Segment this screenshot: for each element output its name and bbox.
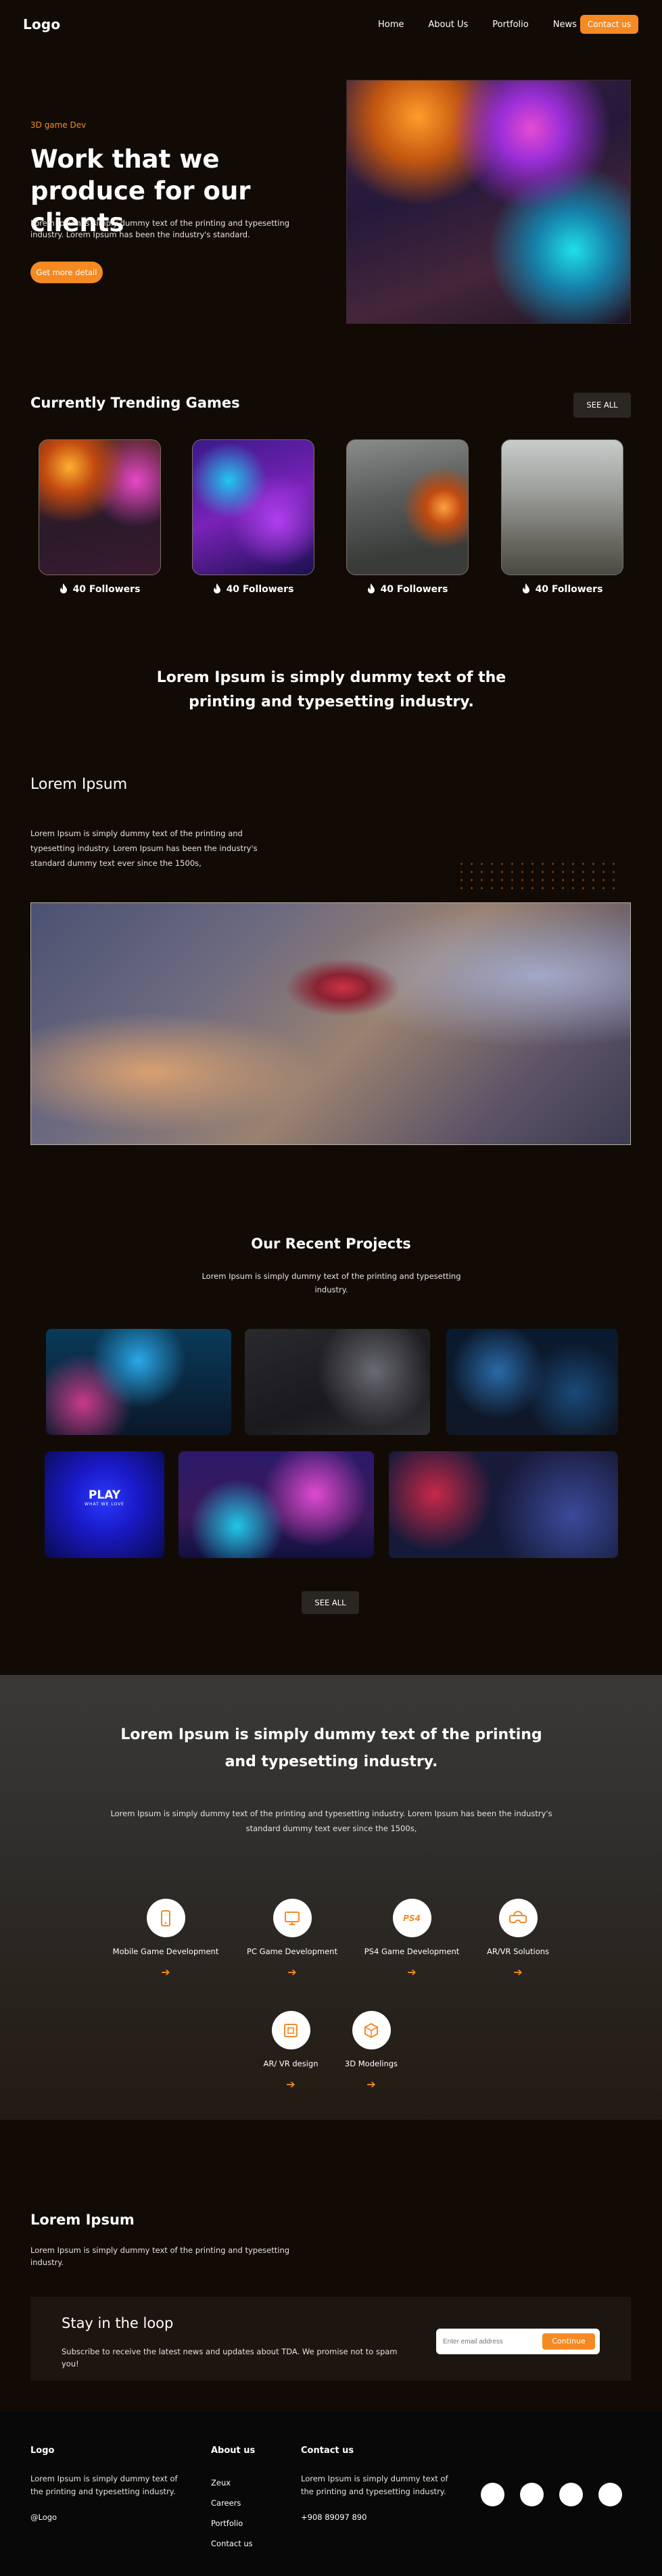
- mobile-icon: [146, 1899, 185, 1937]
- nav-links: Home About Us Portfolio News: [378, 20, 601, 30]
- nav-link-about[interactable]: About Us: [428, 20, 468, 30]
- hero-image: [346, 80, 631, 324]
- footer-logo[interactable]: Logo: [30, 2446, 54, 2456]
- service-label: PC Game Development: [247, 1947, 337, 1956]
- nav-link-portfolio[interactable]: Portfolio: [492, 20, 528, 30]
- email-input[interactable]: [443, 2334, 538, 2349]
- play-subtitle: WHAT WE LOVE: [85, 1502, 124, 1507]
- flame-icon: [367, 583, 375, 593]
- footer-handle[interactable]: @Logo: [30, 2512, 57, 2522]
- projects-see-all-button[interactable]: SEE ALL: [302, 1591, 359, 1614]
- project-image[interactable]: [179, 1451, 374, 1558]
- trending-see-all-button[interactable]: SEE ALL: [573, 393, 631, 418]
- hero-eyebrow: 3D game Dev: [30, 120, 87, 130]
- hero-description: Lorem Ipsum is simply dummy text of the …: [30, 218, 290, 239]
- footer-link-zeux[interactable]: Zeux: [211, 2473, 253, 2493]
- services-description: Lorem Ipsum is simply dummy text of the …: [110, 1809, 552, 1833]
- projects-description: Lorem Ipsum is simply dummy text of the …: [202, 1271, 461, 1294]
- footer-contact-description: Lorem Ipsum is simply dummy text of the …: [301, 2474, 448, 2496]
- arrow-right-icon[interactable]: ➔: [314, 2078, 429, 2091]
- service-item[interactable]: 3D Modelings ➔: [314, 2011, 429, 2091]
- project-image-play[interactable]: PLAY WHAT WE LOVE: [45, 1451, 164, 1558]
- flame-icon: [213, 583, 220, 593]
- arrow-right-icon[interactable]: ➔: [235, 1966, 350, 1978]
- service-label: 3D Modelings: [344, 2059, 398, 2068]
- arrow-right-icon[interactable]: ➔: [108, 1966, 223, 1978]
- trending-title: Currently Trending Games: [30, 395, 240, 411]
- services-title: Lorem Ipsum is simply dummy text of the …: [120, 1726, 542, 1770]
- game-card[interactable]: 40 Followers: [346, 439, 469, 595]
- get-more-detail-button[interactable]: Get more detail: [30, 262, 103, 283]
- vr-headset-icon: [498, 1899, 538, 1937]
- footer-description: Lorem Ipsum is simply dummy text of the …: [30, 2474, 178, 2496]
- service-label: Mobile Game Development: [112, 1947, 219, 1956]
- footer-about-title: About us: [211, 2446, 256, 2456]
- social-icon[interactable]: [598, 2483, 622, 2506]
- service-label: AR/VR Solutions: [486, 1947, 550, 1956]
- pc-icon: [273, 1899, 312, 1937]
- project-image[interactable]: [389, 1451, 618, 1558]
- game-card-followers: 40 Followers: [39, 583, 161, 595]
- service-item[interactable]: PC Game Development ➔: [235, 1899, 350, 1978]
- newsletter-title: Stay in the loop: [62, 2315, 174, 2331]
- social-icon[interactable]: [520, 2483, 544, 2506]
- project-image[interactable]: [446, 1329, 618, 1435]
- footer-link-contact[interactable]: Contact us: [211, 2533, 253, 2554]
- play-title: PLAY: [88, 1488, 121, 1502]
- footer-contact-title: Contact us: [301, 2446, 354, 2456]
- flame-icon: [522, 583, 529, 593]
- lorem-section-title: Lorem Ipsum: [30, 776, 128, 793]
- service-item[interactable]: PS4 PS4 Game Development ➔: [354, 1899, 469, 1978]
- top-nav: Logo Home About Us Portfolio News Contac…: [0, 0, 662, 53]
- footer-link-portfolio[interactable]: Portfolio: [211, 2513, 253, 2533]
- ps4-icon: PS4: [392, 1899, 431, 1937]
- game-card[interactable]: 40 Followers: [501, 439, 623, 595]
- arrow-right-icon[interactable]: ➔: [354, 1966, 469, 1978]
- arrow-right-icon[interactable]: ➔: [460, 1966, 575, 1978]
- footer-link-careers[interactable]: Careers: [211, 2493, 253, 2513]
- social-links: [481, 2483, 622, 2506]
- 3d-model-icon: [352, 2011, 391, 2049]
- service-label: PS4 Game Development: [364, 1947, 460, 1956]
- nav-link-home[interactable]: Home: [378, 20, 404, 30]
- feature-image: [30, 902, 631, 1145]
- project-image[interactable]: [46, 1329, 231, 1435]
- continue-button[interactable]: Continue: [542, 2333, 595, 2350]
- service-item[interactable]: Mobile Game Development ➔: [108, 1899, 223, 1978]
- game-card-followers: 40 Followers: [346, 583, 469, 595]
- game-card-image: [39, 439, 161, 575]
- game-card[interactable]: 40 Followers: [192, 439, 314, 595]
- social-icon[interactable]: [559, 2483, 583, 2506]
- projects-title: Our Recent Projects: [251, 1236, 411, 1252]
- game-card-image: [192, 439, 314, 575]
- footer-about-links: Zeux Careers Portfolio Contact us: [211, 2473, 253, 2554]
- lorem-section-2-title: Lorem Ipsum: [30, 2212, 135, 2228]
- game-card-image: [346, 439, 469, 575]
- statement-heading: Lorem Ipsum is simply dummy text of the …: [156, 669, 506, 710]
- vr-design-icon: [271, 2011, 310, 2049]
- flame-icon: [60, 583, 67, 593]
- lorem-section-2-description: Lorem Ipsum is simply dummy text of the …: [30, 2245, 290, 2267]
- game-card[interactable]: 40 Followers: [39, 439, 161, 595]
- game-card-image: [501, 439, 623, 575]
- game-card-followers: 40 Followers: [501, 583, 623, 595]
- logo[interactable]: Logo: [23, 16, 60, 32]
- newsletter-description: Subscribe to receive the latest news and…: [62, 2347, 398, 2368]
- game-card-followers: 40 Followers: [192, 583, 314, 595]
- footer-phone[interactable]: +908 89097 890: [301, 2512, 367, 2522]
- lorem-section-description: Lorem Ipsum is simply dummy text of the …: [30, 829, 258, 868]
- service-item[interactable]: AR/VR Solutions ➔: [460, 1899, 575, 1978]
- project-image[interactable]: [245, 1329, 430, 1435]
- contact-us-button[interactable]: Contact us: [580, 15, 638, 34]
- nav-link-news[interactable]: News: [553, 20, 577, 30]
- dot-pattern: [456, 860, 622, 895]
- social-icon[interactable]: [481, 2483, 504, 2506]
